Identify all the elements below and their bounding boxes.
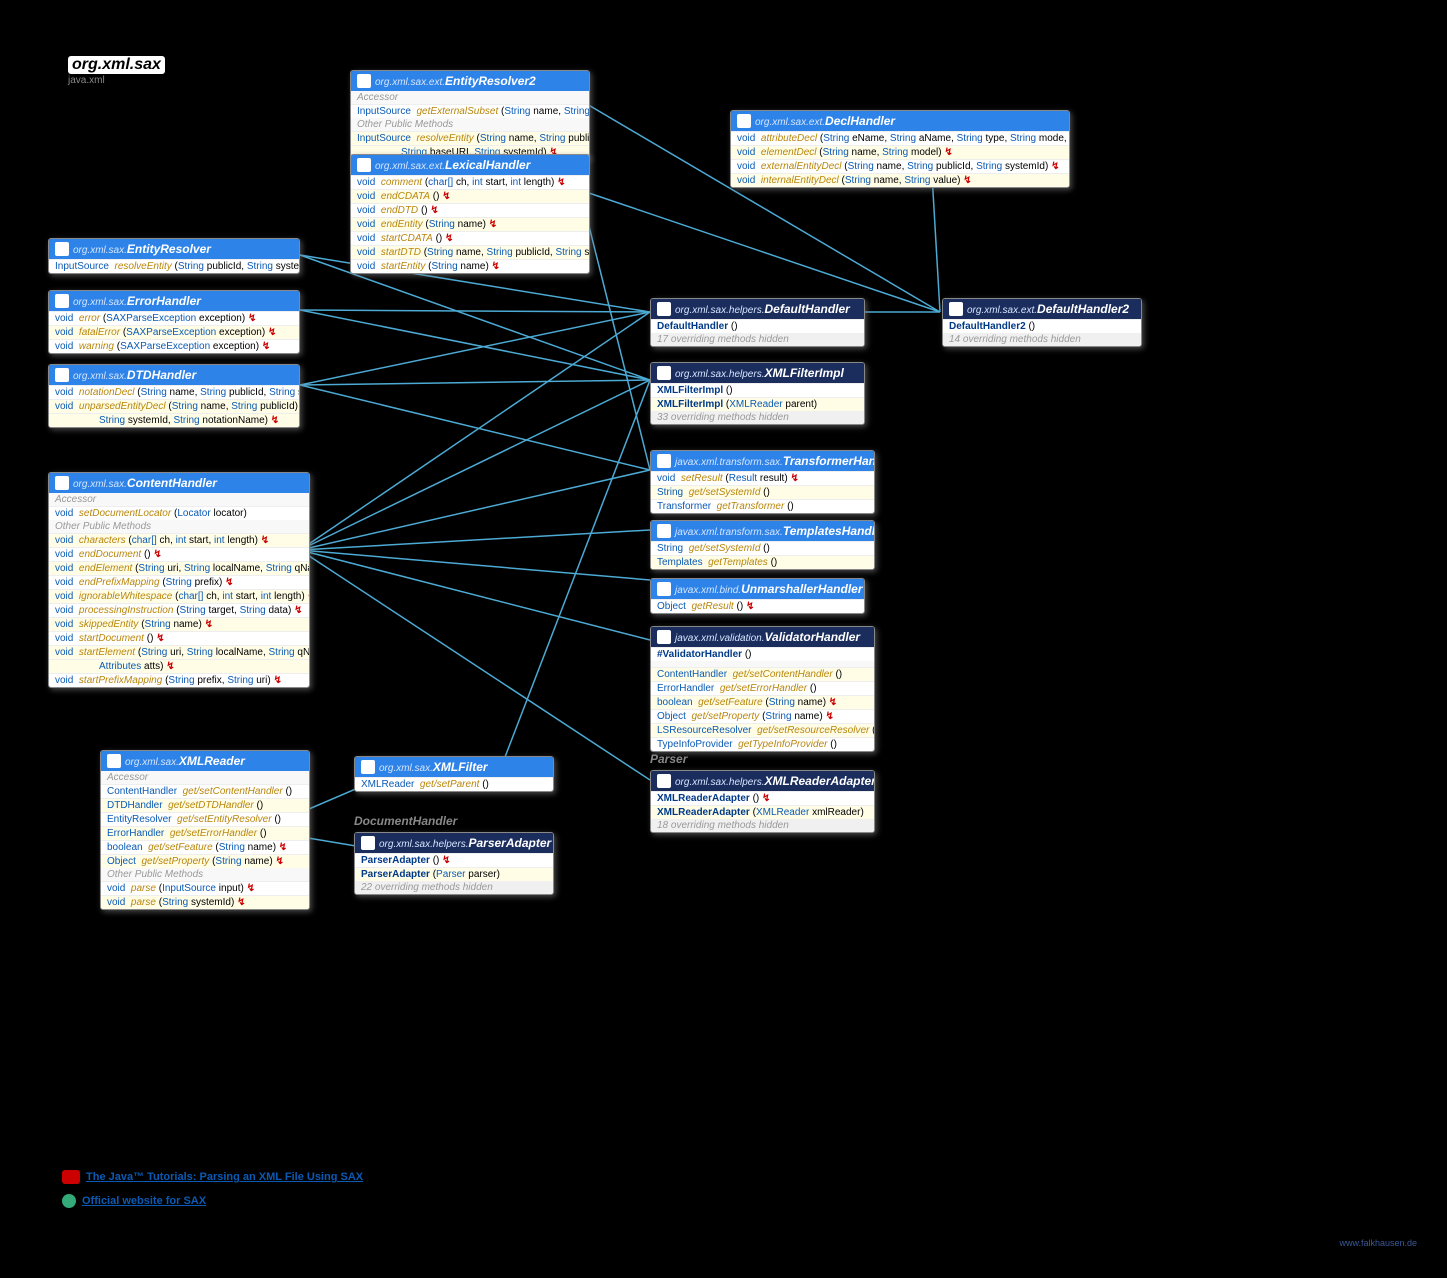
class-DefaultHandler[interactable]: org.xml.sax.helpers.DefaultHandlerDefaul… xyxy=(650,298,865,347)
oracle-icon xyxy=(62,1170,80,1184)
link-official[interactable]: Official website for SAX xyxy=(62,1194,363,1208)
class-XMLReader[interactable]: org.xml.sax.XMLReaderAccessorContentHand… xyxy=(100,750,310,910)
class-ErrorHandler[interactable]: org.xml.sax.ErrorHandlervoid error (SAXP… xyxy=(48,290,300,354)
class-DefaultHandler2[interactable]: org.xml.sax.ext.DefaultHandler2DefaultHa… xyxy=(942,298,1142,347)
class-TemplatesHandler[interactable]: javax.xml.transform.sax.TemplatesHandler… xyxy=(650,520,875,570)
class-DTDHandler[interactable]: org.xml.sax.DTDHandlervoid notationDecl … xyxy=(48,364,300,428)
class-ContentHandler[interactable]: org.xml.sax.ContentHandlerAccessorvoid s… xyxy=(48,472,310,688)
class-EntityResolver2[interactable]: org.xml.sax.ext.EntityResolver2AccessorI… xyxy=(350,70,590,160)
class-TransformerHandler[interactable]: javax.xml.transform.sax.TransformerHandl… xyxy=(650,450,875,514)
external-links: The Java™ Tutorials: Parsing an XML File… xyxy=(62,1170,363,1218)
class-LexicalHandler[interactable]: org.xml.sax.ext.LexicalHandlervoid comme… xyxy=(350,154,590,274)
class-XMLFilter[interactable]: org.xml.sax.XMLFilterXMLReader get/setPa… xyxy=(354,756,554,792)
class-XMLReaderAdapter[interactable]: org.xml.sax.helpers.XMLReaderAdapterXMLR… xyxy=(650,770,875,833)
section-label-documenthandler: DocumentHandler xyxy=(354,814,457,828)
class-DeclHandler[interactable]: org.xml.sax.ext.DeclHandlervoid attribut… xyxy=(730,110,1070,188)
class-ParserAdapter[interactable]: org.xml.sax.helpers.ParserAdapterParserA… xyxy=(354,832,554,895)
class-UnmarshallerHandler[interactable]: javax.xml.bind.UnmarshallerHandlerObject… xyxy=(650,578,865,614)
section-label-parser: Parser xyxy=(650,752,687,766)
package-title: org.xml.sax java.xml xyxy=(62,54,171,88)
class-EntityResolver[interactable]: org.xml.sax.EntityResolverInputSource re… xyxy=(48,238,300,274)
footer-url: www.falkhausen.de xyxy=(1339,1238,1417,1248)
globe-icon xyxy=(62,1194,76,1208)
class-ValidatorHandler[interactable]: javax.xml.validation.ValidatorHandler#Va… xyxy=(650,626,875,752)
link-tutorial[interactable]: The Java™ Tutorials: Parsing an XML File… xyxy=(62,1170,363,1184)
class-XMLFilterImpl[interactable]: org.xml.sax.helpers.XMLFilterImplXMLFilt… xyxy=(650,362,865,425)
